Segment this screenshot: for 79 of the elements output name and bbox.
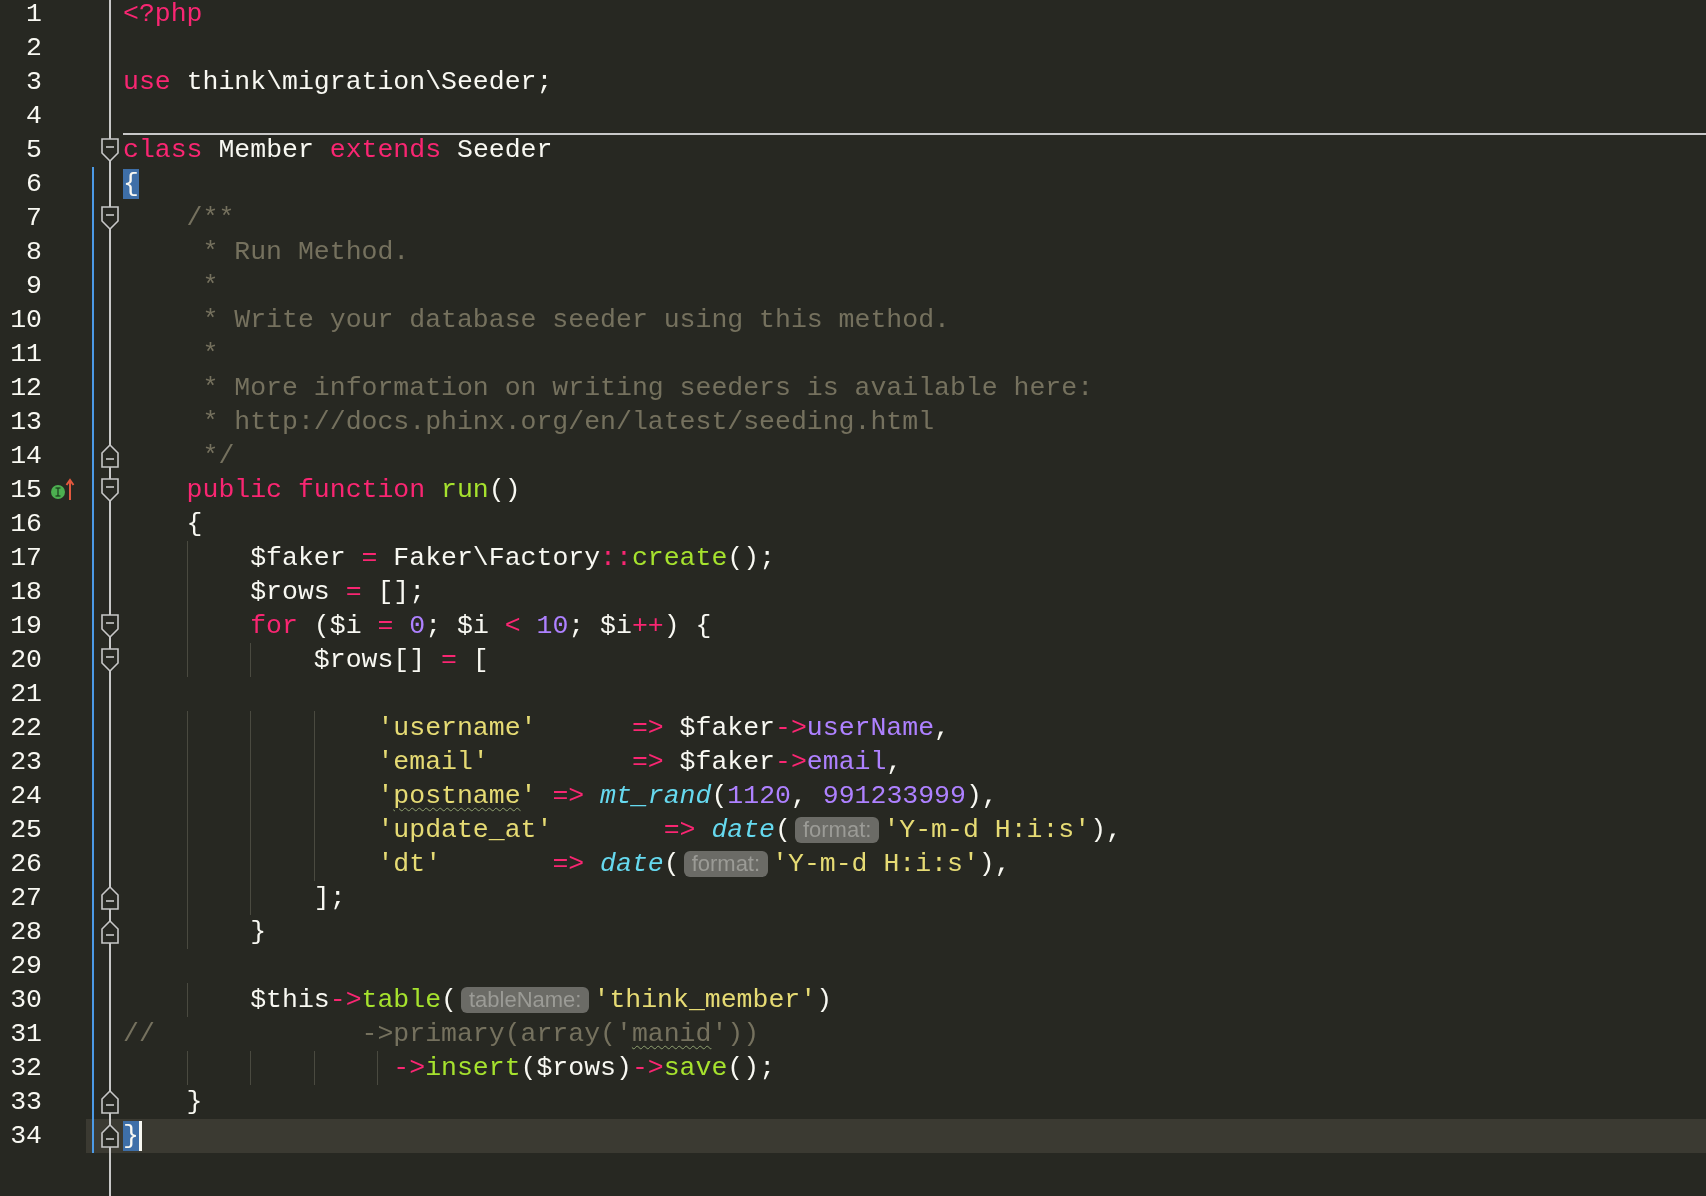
line-number: 29 (10, 950, 42, 983)
code-text: } (186, 1087, 203, 1117)
line-number: 18 (10, 576, 42, 609)
line-number: 14 (10, 440, 42, 473)
line-number: 25 (10, 814, 42, 847)
line-number: 13 (10, 406, 42, 439)
code-text: ->insert($rows)->save(); (393, 1053, 776, 1083)
line-number: 21 (10, 678, 42, 711)
fold-collapse-icon[interactable] (100, 648, 119, 672)
line-number: 30 (10, 984, 42, 1017)
code-text: $rows = []; (250, 577, 426, 607)
code-text: * (201, 271, 219, 301)
line-number: 28 (10, 916, 42, 949)
code-text: class Member extends Seeder (123, 135, 553, 165)
code-text: 'username' => $faker->userName, (377, 713, 950, 743)
implements-marker-icon[interactable] (50, 478, 76, 502)
fold-end-icon[interactable] (100, 920, 119, 944)
code-text: // ->primary(array('manid')) (123, 1019, 760, 1049)
line-number: 12 (10, 372, 42, 405)
code-text: { (123, 169, 139, 199)
code-text: } (123, 1121, 139, 1151)
line-number: 8 (26, 236, 42, 269)
fold-end-icon[interactable] (100, 1090, 119, 1114)
code-text: { (186, 509, 203, 539)
code-text: $rows[] = [ (313, 645, 489, 675)
fold-collapse-icon[interactable] (100, 478, 119, 502)
line-number: 5 (26, 134, 42, 167)
code-text: * More information on writing seeders is available here: (201, 373, 1094, 403)
line-number: 2 (26, 32, 42, 65)
fold-end-icon[interactable] (100, 444, 119, 468)
code-text: public function run() (186, 475, 521, 505)
line-number: 33 (10, 1086, 42, 1119)
fold-end-icon[interactable] (100, 1124, 119, 1148)
code-text: 'postname' => mt_rand(1120, 991233999), (377, 781, 998, 811)
line-number: 22 (10, 712, 42, 745)
line-number: 1 (26, 0, 42, 31)
line-number: 4 (26, 100, 42, 133)
code-text: 'Y-m-d H:i:s'), (772, 849, 1011, 879)
code-text: 'update_at' => date( (377, 815, 791, 845)
code-text: * Write your database seeder using this method. (201, 305, 950, 335)
line-number: 20 (10, 644, 42, 677)
code-text: * Run Method. (201, 237, 410, 267)
code-text: } (250, 917, 267, 947)
code-text: 'think_member') (593, 985, 833, 1015)
line-number: 3 (26, 66, 42, 99)
fold-collapse-icon[interactable] (100, 138, 119, 162)
code-text: * http://docs.phinx.org/en/latest/seeding.html (201, 407, 935, 437)
fold-end-icon[interactable] (100, 886, 119, 910)
code-text: ]; (313, 883, 346, 913)
code-text: use think\migration\Seeder; (123, 67, 553, 97)
code-text: /** (185, 203, 235, 233)
line-number: 23 (10, 746, 42, 779)
line-number: 27 (10, 882, 42, 915)
line-number: 9 (26, 270, 42, 303)
line-number: 10 (10, 304, 42, 337)
line-number: 17 (10, 542, 42, 575)
code-text: * (201, 339, 219, 369)
line-number: 34 (10, 1120, 42, 1153)
code-text: for ($i = 0; $i < 10; $i++) { (250, 611, 712, 641)
code-text: $faker = Faker\Factory::create(); (250, 543, 776, 573)
fold-collapse-icon[interactable] (100, 614, 119, 638)
line-number: 16 (10, 508, 42, 541)
code-text: 'Y-m-d H:i:s'), (883, 815, 1122, 845)
line-number: 7 (26, 202, 42, 235)
fold-collapse-icon[interactable] (100, 206, 119, 230)
code-text: 'dt' => date( (377, 849, 680, 879)
line-number: 32 (10, 1052, 42, 1085)
line-number: 26 (10, 848, 42, 881)
line-number: 6 (26, 168, 42, 201)
line-number: 11 (10, 338, 42, 371)
code-text: <?php (123, 0, 203, 29)
code-text: 'email' => $faker->email, (377, 747, 903, 777)
text-caret (138, 1121, 142, 1151)
line-number: 19 (10, 610, 42, 643)
line-number: 31 (10, 1018, 42, 1051)
code-text: */ (201, 441, 235, 471)
line-number: 15 (10, 474, 42, 507)
line-number: 24 (10, 780, 42, 813)
code-text: $this->table( (250, 985, 457, 1015)
